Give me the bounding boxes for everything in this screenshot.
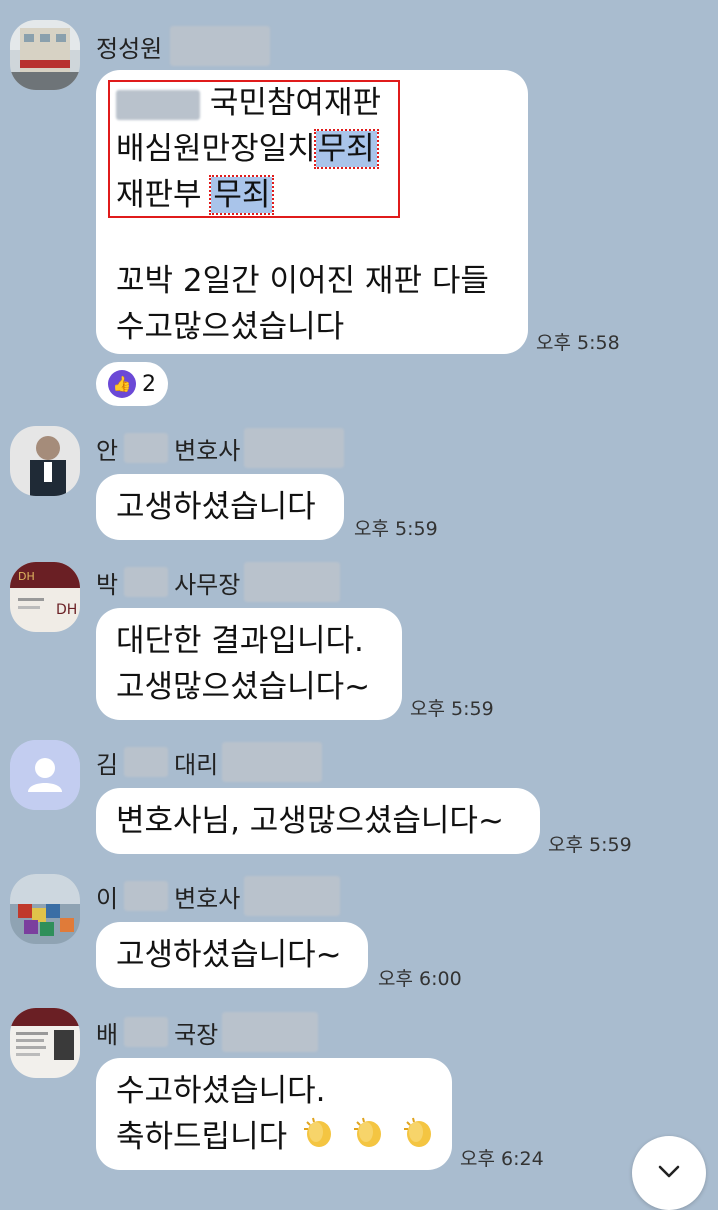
sender-name: 정성원: [96, 26, 271, 66]
redacted-name: [170, 26, 271, 66]
redacted-name: [124, 1017, 169, 1047]
thumbs-up-icon: 👍: [108, 370, 136, 398]
message-time: 오후 5:58: [536, 332, 620, 354]
message-time: 오후 5:59: [354, 518, 438, 540]
clapping-hands-icon: [301, 1114, 337, 1163]
clapping-hands-icon: [401, 1114, 437, 1163]
svg-text:DH: DH: [56, 602, 77, 618]
redacted-name: [124, 881, 169, 911]
message-bubble[interactable]: 고생하셨습니다: [96, 474, 344, 540]
message-time: 오후 5:59: [410, 698, 494, 720]
sender-name: 배 국장: [96, 1012, 319, 1052]
svg-text:DH: DH: [18, 570, 35, 583]
avatar[interactable]: DH DH: [10, 562, 80, 632]
redacted-name: [222, 742, 323, 782]
annotation-box: [108, 80, 400, 218]
redacted-name: [124, 747, 169, 777]
redacted-name: [222, 1012, 319, 1052]
redacted-name: [124, 433, 169, 463]
reaction-count: 2: [142, 371, 156, 397]
message-time: 오후 6:24: [460, 1148, 544, 1170]
avatar[interactable]: [10, 20, 80, 90]
sender-name: 김 대리: [96, 742, 323, 782]
avatar[interactable]: [10, 1008, 80, 1078]
sender-name: 안 변호사: [96, 428, 345, 468]
sender-name: 박 사무장: [96, 562, 341, 602]
avatar[interactable]: [10, 740, 80, 810]
avatar[interactable]: [10, 426, 80, 496]
redacted-name: [244, 428, 345, 468]
avatar[interactable]: [10, 874, 80, 944]
redacted-name: [244, 562, 341, 602]
message-bubble[interactable]: 변호사님, 고생많으셨습니다~: [96, 788, 540, 854]
message-bubble[interactable]: 고생하셨습니다~: [96, 922, 368, 988]
sender-name: 이 변호사: [96, 876, 341, 916]
reaction-badge[interactable]: 👍 2: [96, 362, 168, 406]
message-time: 오후 6:00: [378, 968, 462, 990]
redacted-name: [244, 876, 341, 916]
clapping-hands-icon: [351, 1114, 387, 1163]
message-bubble[interactable]: 수고하셨습니다. 축하드립니다: [96, 1058, 452, 1170]
scroll-down-button[interactable]: [632, 1136, 706, 1210]
chevron-down-icon: [654, 1156, 684, 1190]
message-bubble[interactable]: 대단한 결과입니다. 고생많으셨습니다~: [96, 608, 402, 720]
message-time: 오후 5:59: [548, 834, 632, 856]
redacted-name: [124, 567, 169, 597]
